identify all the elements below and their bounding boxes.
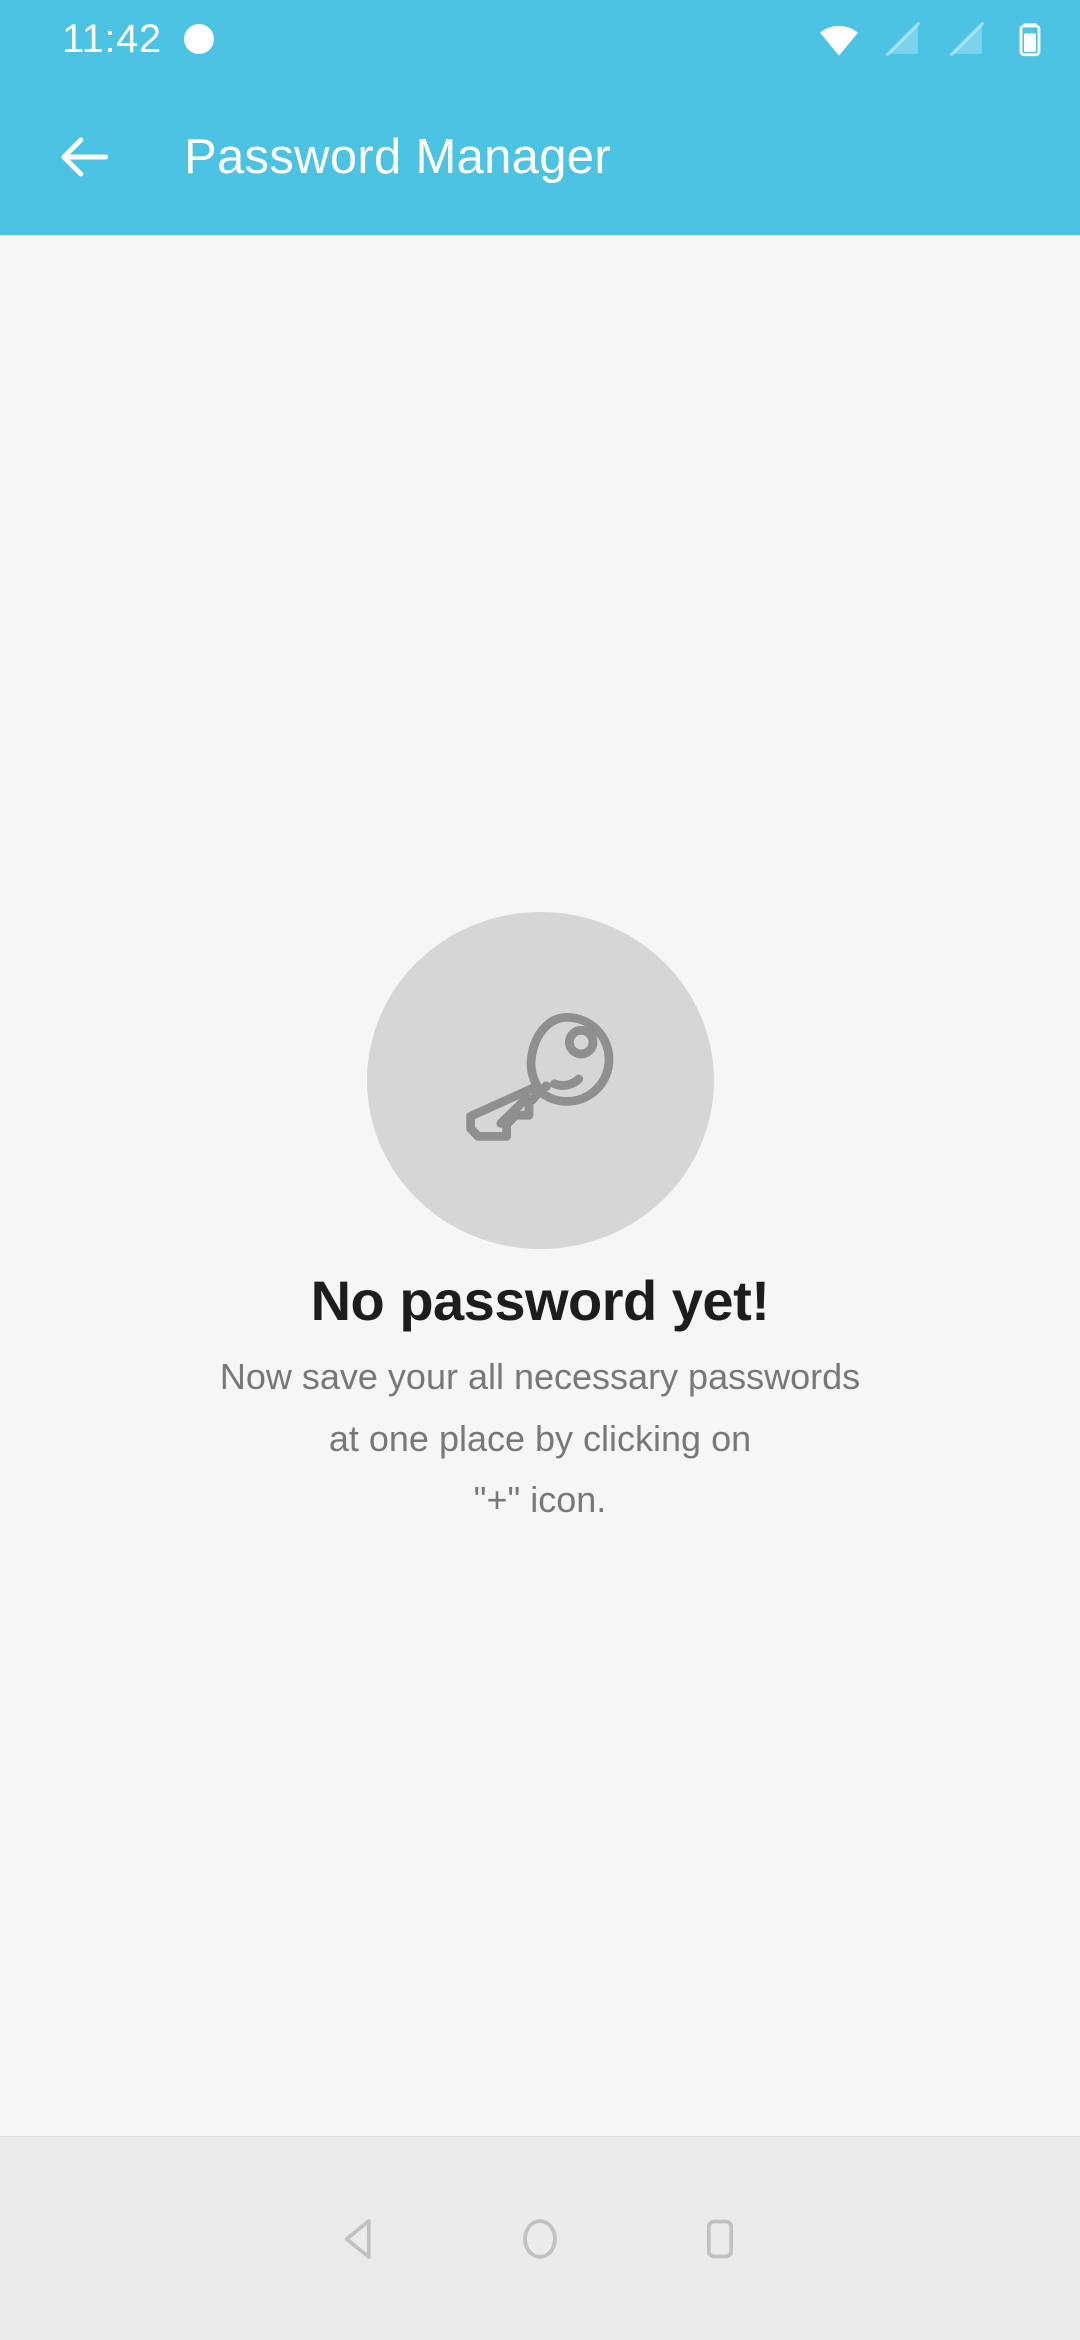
nav-recents-icon [706, 2219, 734, 2258]
battery-icon [1019, 23, 1041, 57]
empty-state: No password yet! Now save your all neces… [0, 912, 1080, 1531]
system-navigation-bar [0, 2136, 1080, 2340]
nav-home-button[interactable] [450, 2179, 630, 2299]
status-bar-left: 11:42 [62, 17, 214, 62]
empty-state-description-line-1: Now save your all necessary passwords [219, 1355, 861, 1397]
notification-dot-icon [183, 24, 214, 54]
nav-home-icon [523, 2218, 557, 2259]
nav-back-icon [344, 2218, 371, 2259]
signal-disabled-2-icon [949, 21, 985, 57]
signal-disabled-icon [885, 21, 921, 57]
page-title: Password Manager [184, 129, 611, 184]
back-button[interactable] [48, 120, 122, 194]
wifi-icon [820, 25, 858, 56]
nav-recents-button[interactable] [630, 2179, 810, 2299]
main-content: No password yet! Now save your all neces… [0, 235, 1080, 2340]
status-bar-right [818, 18, 1050, 60]
status-bar-clock: 11:42 [62, 16, 162, 61]
back-arrow-icon [61, 136, 109, 177]
empty-state-description-line-3: "+" icon. [473, 1479, 607, 1521]
app-screen: 11:42 Password Manager No password yet! … [0, 0, 1080, 2340]
nav-back-button[interactable] [270, 2179, 450, 2299]
status-bar: 11:42 [0, 0, 1080, 78]
empty-state-title: No password yet! [310, 1269, 770, 1332]
app-bar: Password Manager [0, 78, 1080, 235]
empty-state-description-line-2: at one place by clicking on [328, 1417, 752, 1459]
empty-state-description: Now save your all necessary passwords at… [220, 1346, 860, 1532]
key-illustration-badge [366, 912, 714, 1249]
key-icon [466, 1012, 614, 1141]
